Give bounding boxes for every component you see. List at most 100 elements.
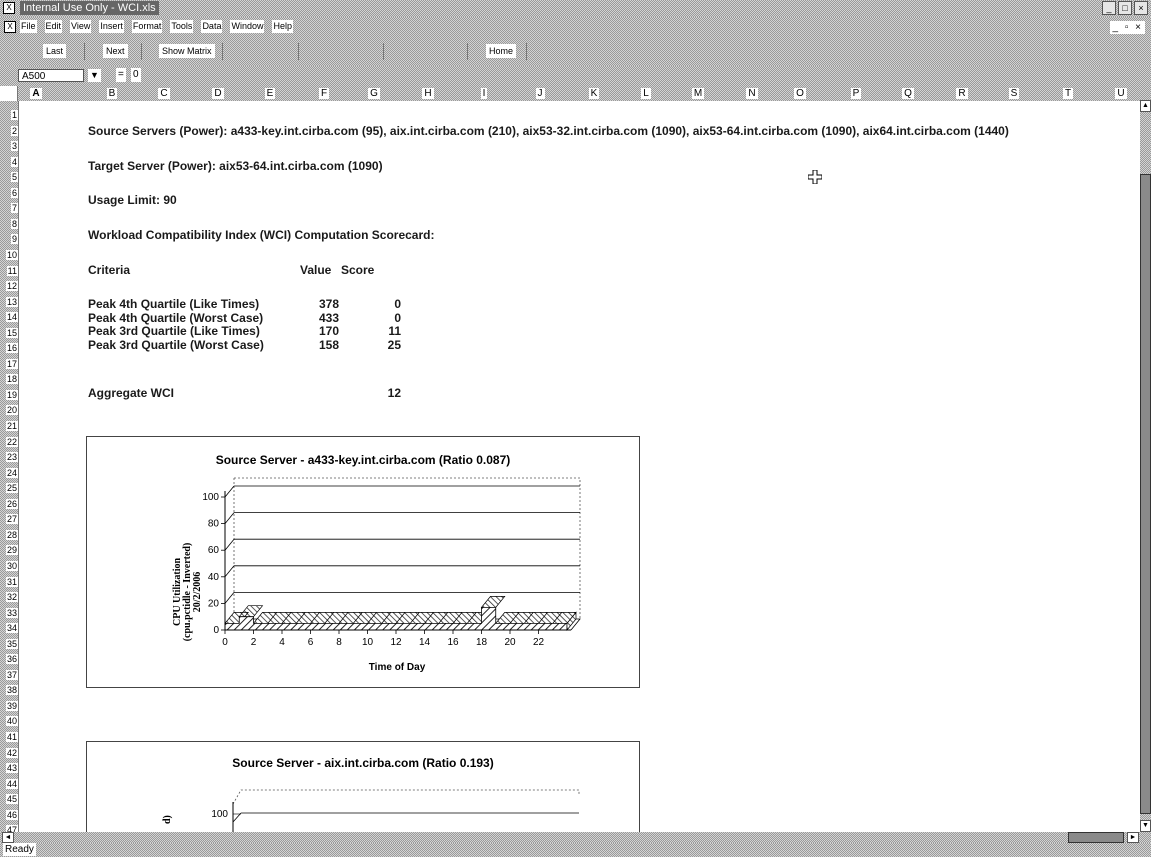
menu-help[interactable]: Help	[272, 20, 293, 33]
aggregate-label[interactable]: Aggregate WCI	[88, 386, 174, 400]
menu-format[interactable]: Format	[131, 20, 163, 33]
row-header-22[interactable]: 22	[0, 436, 18, 449]
show-matrix-button[interactable]: Show Matrix	[159, 44, 215, 58]
row-header-28[interactable]: 28	[0, 529, 18, 542]
minimize-button[interactable]: _	[1102, 1, 1116, 15]
menu-insert[interactable]: Insert	[99, 20, 124, 33]
score-header[interactable]: Score	[341, 263, 374, 277]
row-header-20[interactable]: 20	[0, 404, 18, 417]
value-header[interactable]: Value	[300, 263, 331, 277]
target-server-cell[interactable]: Target Server (Power): aix53-64.int.cirb…	[88, 159, 383, 173]
row-header-44[interactable]: 44	[0, 778, 18, 791]
row-header-31[interactable]: 31	[0, 576, 18, 589]
column-header-q[interactable]: Q	[898, 86, 918, 101]
row-header-17[interactable]: 17	[0, 358, 18, 371]
vertical-scrollbar[interactable]: ▲ ▼	[1140, 86, 1151, 832]
column-header-o[interactable]: O	[790, 86, 810, 101]
row-header-25[interactable]: 25	[0, 482, 18, 495]
criteria-label[interactable]: Peak 4th Quartile (Worst Case)	[88, 311, 263, 325]
worksheet-grid[interactable]: Source Servers (Power): a433-key.int.cir…	[19, 101, 1140, 832]
row-header-30[interactable]: 30	[0, 560, 18, 573]
row-header-23[interactable]: 23	[0, 451, 18, 464]
excel-icon[interactable]: X	[3, 2, 15, 14]
criteria-score[interactable]: 0	[359, 297, 401, 311]
document-window-buttons[interactable]: _ ▫ ×	[1110, 21, 1145, 34]
row-header-21[interactable]: 21	[0, 420, 18, 433]
row-header-34[interactable]: 34	[0, 622, 18, 635]
row-header-43[interactable]: 43	[0, 762, 18, 775]
menu-data[interactable]: Data	[201, 20, 223, 33]
column-header-p[interactable]: P	[846, 86, 866, 101]
chevron-down-icon[interactable]: ▼	[88, 69, 101, 82]
column-header-f[interactable]: F	[314, 86, 334, 101]
column-header-b[interactable]: B	[102, 86, 122, 101]
row-header-11[interactable]: 11	[0, 265, 18, 278]
row-header-37[interactable]: 37	[0, 669, 18, 682]
row-header-35[interactable]: 35	[0, 638, 18, 651]
column-header-k[interactable]: K	[584, 86, 604, 101]
row-header-27[interactable]: 27	[0, 513, 18, 526]
menu-window[interactable]: Window	[230, 20, 265, 33]
row-header-16[interactable]: 16	[0, 342, 18, 355]
usage-limit-cell[interactable]: Usage Limit: 90	[88, 193, 177, 207]
source-servers-cell[interactable]: Source Servers (Power): a433-key.int.cir…	[88, 124, 1009, 138]
scorecard-title-cell[interactable]: Workload Compatibility Index (WCI) Compu…	[88, 228, 434, 242]
row-header-12[interactable]: 12	[0, 280, 18, 293]
name-box[interactable]: A500	[18, 69, 84, 82]
maximize-button[interactable]: □	[1118, 1, 1132, 15]
scroll-down-icon[interactable]: ▼	[1140, 820, 1151, 832]
scroll-left-icon[interactable]: ◄	[2, 832, 14, 843]
row-header-32[interactable]: 32	[0, 591, 18, 604]
select-all-corner[interactable]	[0, 86, 18, 101]
criteria-label[interactable]: Peak 3rd Quartile (Like Times)	[88, 324, 260, 338]
column-header-n[interactable]: N	[742, 86, 762, 101]
row-header-14[interactable]: 14	[0, 311, 18, 324]
row-header-24[interactable]: 24	[0, 467, 18, 480]
vertical-scroll-thumb[interactable]	[1140, 174, 1151, 814]
row-header-7[interactable]: 7	[0, 202, 18, 215]
row-header-4[interactable]: 4	[0, 156, 18, 169]
row-header-39[interactable]: 39	[0, 700, 18, 713]
row-header-9[interactable]: 9	[0, 233, 18, 246]
column-header-d[interactable]: D	[208, 86, 228, 101]
row-header-19[interactable]: 19	[0, 389, 18, 402]
formula-input[interactable]: 0	[131, 68, 141, 82]
workbook-icon[interactable]: X	[4, 21, 16, 33]
criteria-value[interactable]: 158	[299, 338, 339, 352]
row-header-38[interactable]: 38	[0, 684, 18, 697]
criteria-label[interactable]: Peak 4th Quartile (Like Times)	[88, 297, 259, 311]
chart-aix[interactable]: Source Server - aix.int.cirba.com (Ratio…	[86, 741, 640, 832]
row-header-18[interactable]: 18	[0, 373, 18, 386]
criteria-score[interactable]: 25	[359, 338, 401, 352]
column-header-i[interactable]: I	[474, 86, 494, 101]
horizontal-scrollbar[interactable]: ◄ ►	[0, 832, 1151, 843]
column-header-s[interactable]: S	[1004, 86, 1024, 101]
row-header-29[interactable]: 29	[0, 544, 18, 557]
row-header-46[interactable]: 46	[0, 809, 18, 822]
column-header-m[interactable]: M	[688, 86, 708, 101]
menu-tools[interactable]: Tools	[170, 20, 194, 33]
column-header-r[interactable]: R	[952, 86, 972, 101]
criteria-value[interactable]: 170	[299, 324, 339, 338]
column-header-j[interactable]: J	[530, 86, 550, 101]
row-header-2[interactable]: 2	[0, 125, 18, 138]
aggregate-value[interactable]: 12	[359, 386, 401, 400]
row-header-42[interactable]: 42	[0, 747, 18, 760]
row-header-15[interactable]: 15	[0, 327, 18, 340]
column-header-c[interactable]: C	[154, 86, 174, 101]
row-header-45[interactable]: 45	[0, 793, 18, 806]
next-button[interactable]: Next	[103, 44, 128, 58]
row-header-41[interactable]: 41	[0, 731, 18, 744]
column-header-h[interactable]: H	[418, 86, 438, 101]
row-header-1[interactable]: 1	[0, 109, 18, 122]
criteria-header[interactable]: Criteria	[88, 263, 130, 277]
scroll-right-icon[interactable]: ►	[1127, 832, 1139, 843]
chart-a433-key[interactable]: Source Server - a433-key.int.cirba.com (…	[86, 436, 640, 688]
row-header-40[interactable]: 40	[0, 715, 18, 728]
column-header-u[interactable]: U	[1111, 86, 1131, 101]
row-header-10[interactable]: 10	[0, 249, 18, 262]
criteria-value[interactable]: 378	[299, 297, 339, 311]
close-button[interactable]: ×	[1134, 1, 1148, 15]
row-header-6[interactable]: 6	[0, 187, 18, 200]
column-header-l[interactable]: L	[636, 86, 656, 101]
